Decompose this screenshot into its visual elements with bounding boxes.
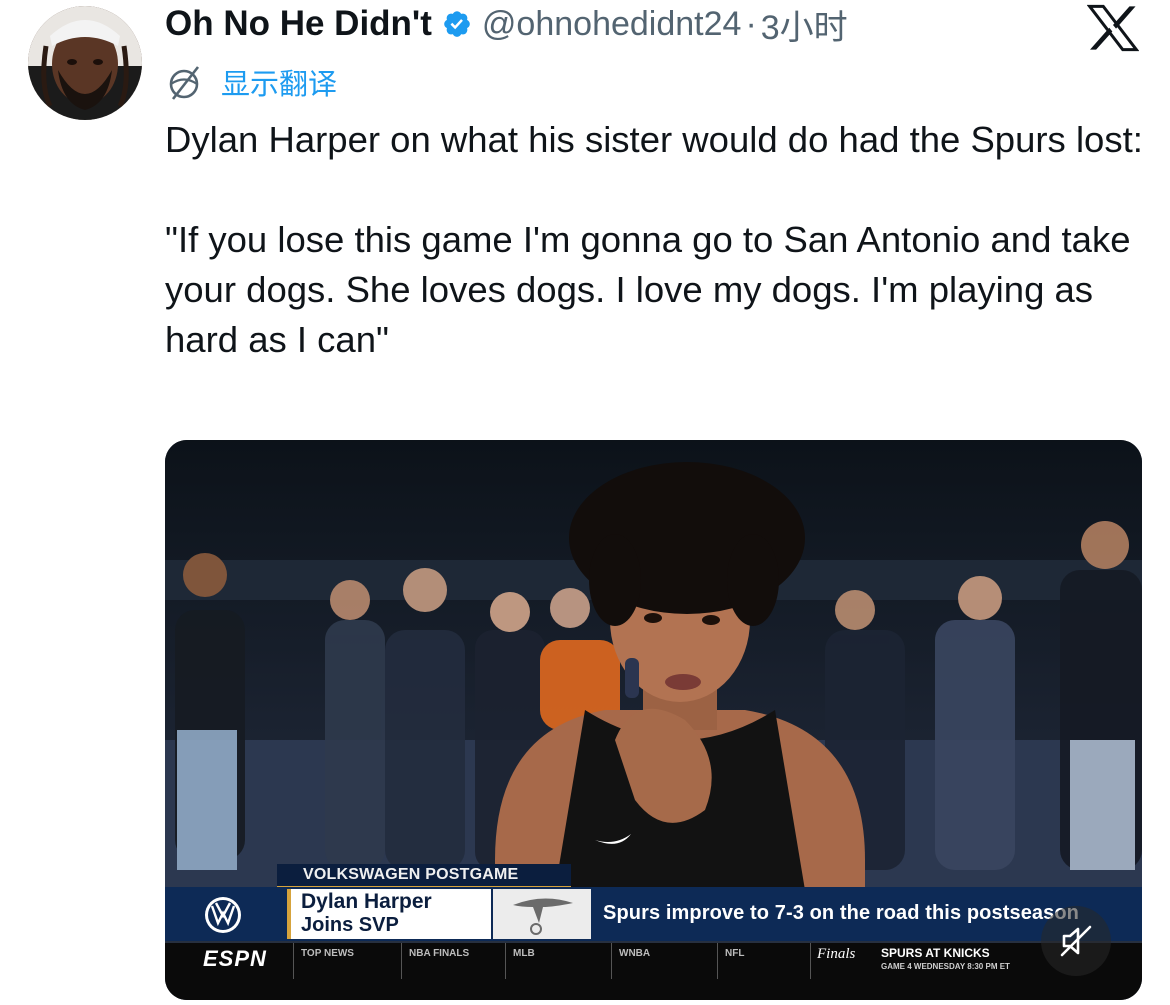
show-translation-button[interactable]: 显示翻译 [165,62,337,102]
translate-globe-icon [169,66,200,100]
ticker-item: NBA FINALS [409,948,470,959]
show-translation-label: 显示翻译 [221,69,338,101]
ticker-item: MLB [513,948,535,959]
tweet-text: Dylan Harper on what his sister would do… [165,115,1155,365]
display-name[interactable]: Oh No He Didn't [165,4,432,44]
separator-dot: · [745,4,757,43]
video-player[interactable]: VOLKSWAGEN POSTGAME Dylan Harper Joins S… [165,440,1142,1000]
spurs-logo-icon [513,898,573,935]
volkswagen-logo-icon [205,897,241,933]
finals-logo: Finals [817,946,856,962]
lower-third-headline: Spurs improve to 7-3 on the road this po… [603,902,1079,924]
tweet-timestamp[interactable]: 3小时 [761,0,848,49]
muted-speaker-icon [1060,925,1092,957]
player-name-plate: Dylan Harper Joins SVP [287,889,491,939]
segment-label: VOLKSWAGEN POSTGAME [277,864,571,888]
player-name: Dylan Harper [301,890,432,913]
unmute-button[interactable] [1041,906,1111,976]
spurs-logo-panel [493,889,591,939]
ticker-item: NFL [725,948,745,959]
tweet-text-line-1: Dylan Harper on what his sister would do… [165,119,1143,160]
author-handle[interactable]: @ohnohedidnt24 [482,5,742,44]
avatar[interactable] [28,6,142,120]
x-logo-icon[interactable] [1087,4,1139,52]
player-subtitle: Joins SVP [301,914,399,936]
matchup-text: SPURS AT KNICKS [881,946,990,960]
avatar-photo [28,6,142,120]
tweet-text-quote: "If you lose this game I'm gonna go to S… [165,219,1131,360]
tweet-header: Oh No He Didn't @ohnohedidnt24 · 3小时 [165,0,848,49]
verified-badge-icon[interactable] [442,9,472,39]
espn-logo: ESPN [203,946,267,971]
matchup-schedule: GAME 4 WEDNESDAY 8:30 PM ET [881,962,1010,971]
ticker-item: TOP NEWS [301,948,354,959]
ticker-item: WNBA [619,948,651,959]
